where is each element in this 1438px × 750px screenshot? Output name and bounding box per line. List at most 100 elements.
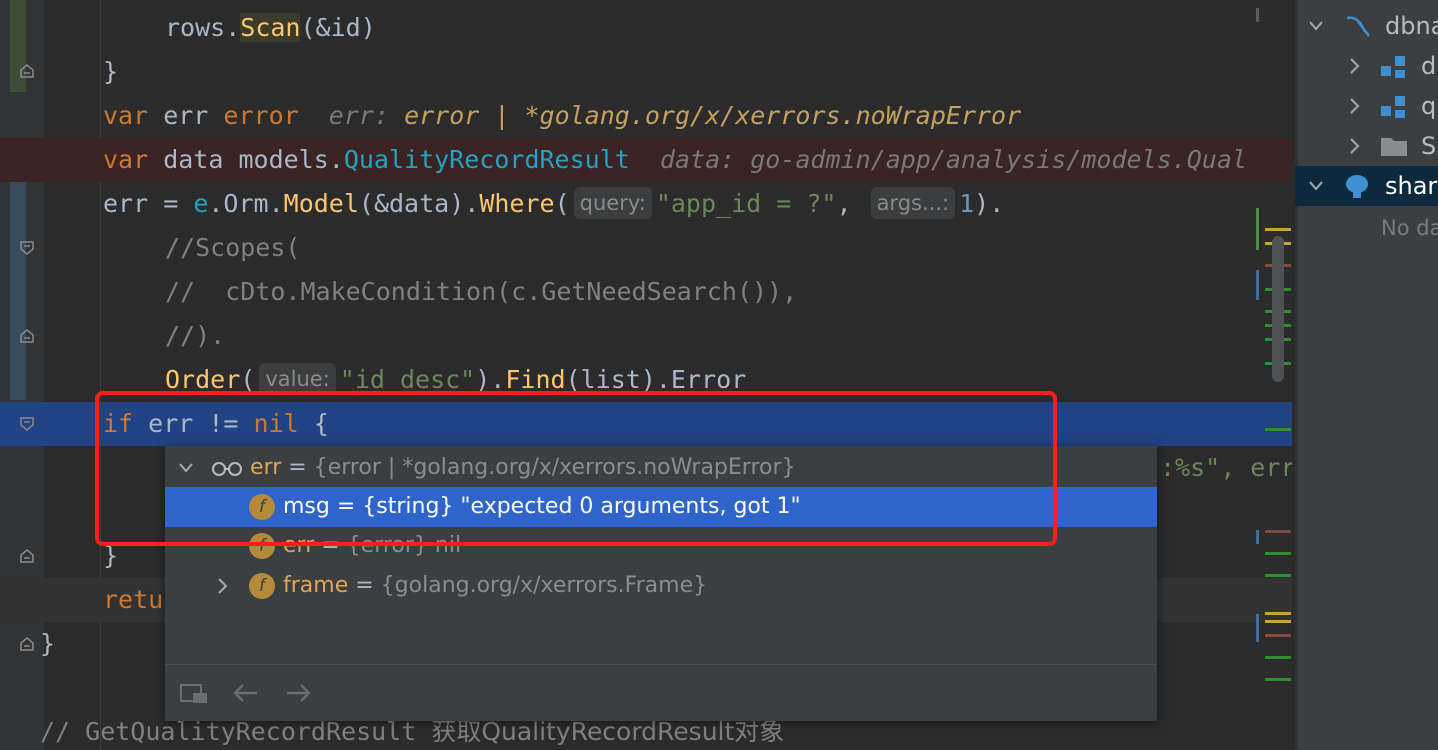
empty-state: No da [1295, 208, 1438, 248]
open-in-window-icon[interactable] [179, 679, 211, 711]
code-token: Find [505, 365, 566, 394]
code-token: (&id) [300, 13, 376, 42]
code-line[interactable]: err = e.Orm.Model(&data).Where(query: "ap… [0, 182, 1292, 226]
code-token: Order [165, 365, 241, 394]
parameter-hint: args...: [870, 187, 956, 219]
code-comment: 获取QualityRecordResult对象 [431, 717, 785, 746]
vcs-stripe [1256, 530, 1259, 544]
code-comment: //). [165, 321, 226, 350]
debug-value-popup[interactable]: err = {error | *golang.org/x/xerrors.noW… [165, 446, 1157, 721]
code-token: Model [283, 189, 359, 218]
code-token: var [103, 101, 149, 130]
tree-item-label: d [1421, 52, 1437, 80]
variable-name: err [250, 455, 282, 480]
error-stripe-mark[interactable] [1265, 530, 1291, 533]
code-token: :%s", err [1160, 453, 1292, 482]
parameter-hint: query: [573, 187, 652, 219]
code-token: e [193, 189, 209, 218]
code-token: retu [103, 585, 164, 614]
field-icon: f [249, 573, 275, 599]
tree-item-label: S [1421, 132, 1437, 160]
code-token: { [298, 409, 329, 438]
code-token: Where [479, 189, 555, 218]
forward-arrow-icon[interactable] [283, 679, 313, 711]
variable-name: msg [283, 494, 330, 519]
vcs-stripe [1256, 270, 1259, 300]
error-stripe-mark[interactable] [1265, 552, 1291, 555]
tree-item-q[interactable]: q [1295, 86, 1438, 126]
tree-node-frame[interactable]: f frame = {golang.org/x/xerrors.Frame} [165, 566, 1157, 606]
empty-state-text: No da [1381, 216, 1438, 240]
code-token: if [103, 409, 134, 438]
variable-value: {string} "expected 0 arguments, got 1" [362, 494, 801, 519]
code-line[interactable]: } [0, 50, 1292, 94]
current-line[interactable]: if err != nil { [0, 402, 1292, 446]
code-line[interactable]: var err error err: error | *golang.org/x… [0, 94, 1292, 138]
database-panel[interactable]: dbna d q S shar No da [1295, 0, 1438, 750]
code-token: err != [133, 409, 254, 438]
variable-name: frame [283, 573, 349, 598]
code-comment: //Scopes( [165, 233, 301, 262]
tree-item-label: shar [1385, 172, 1438, 200]
error-stripe-mark[interactable] [1265, 428, 1291, 431]
error-stripe-mark[interactable] [1265, 228, 1291, 231]
chevron-right-icon[interactable] [213, 566, 231, 620]
code-token: models. [238, 145, 344, 174]
code-line[interactable]: Order(value: "id desc").Find(list).Error [0, 358, 1292, 402]
code-line[interactable]: var data models.QualityRecordResult data… [0, 138, 1292, 182]
parameter-hint: value: [259, 363, 336, 395]
code-line[interactable]: rows.Scan(&id) [0, 6, 1292, 50]
editor-marker [1256, 8, 1259, 22]
tree-item-d[interactable]: d [1295, 46, 1438, 86]
inline-value-hint: err: error | *golang.org/x/xerrors.noWra… [328, 101, 1022, 130]
code-token: var [103, 145, 149, 174]
equals-sign: = [329, 494, 363, 519]
code-token: err = [103, 189, 194, 218]
tree-item-s[interactable]: S [1295, 126, 1438, 166]
fold-icon[interactable] [20, 417, 34, 431]
code-token: nil [253, 409, 299, 438]
code-token: data [148, 145, 239, 174]
code-line[interactable]: //Scopes( [0, 226, 1292, 270]
tree-node-err-field[interactable]: f err = {error} nil [165, 526, 1157, 566]
inline-value-hint: data: go-admin/app/analysis/models.Qual [659, 145, 1247, 174]
vcs-stripe [1256, 208, 1259, 250]
code-token: error [223, 101, 299, 130]
code-token: "id desc" [339, 365, 476, 394]
tree-node-err[interactable]: err = {error | *golang.org/x/xerrors.noW… [165, 448, 1157, 488]
field-icon: f [249, 494, 275, 520]
equals-sign: = [281, 455, 314, 480]
code-token: "app_id = ?" [655, 189, 837, 218]
equals-sign: = [314, 533, 347, 558]
code-token: } [40, 629, 56, 658]
code-token: ). [974, 189, 1005, 218]
code-token: QualityRecordResult [343, 145, 630, 174]
variable-value: {golang.org/x/xerrors.Frame} [380, 573, 708, 598]
code-line[interactable]: // cDto.MakeCondition(c.GetNeedSearch())… [0, 270, 1292, 314]
code-line[interactable]: //). [0, 314, 1292, 358]
tree-item-label: dbna [1385, 12, 1438, 40]
code-token: rows. [165, 13, 241, 42]
error-stripe-mark[interactable] [1265, 612, 1291, 615]
editor-scrollbar[interactable] [1272, 236, 1284, 382]
error-stripe-mark[interactable] [1265, 678, 1291, 681]
error-stripe-mark[interactable] [1265, 620, 1291, 623]
error-stripe-mark[interactable] [1265, 656, 1291, 659]
code-token: } [103, 541, 119, 570]
tree-item-shar[interactable]: shar [1295, 166, 1438, 206]
tree-item-dbna[interactable]: dbna [1295, 6, 1438, 46]
code-token: err [148, 101, 224, 130]
back-arrow-icon[interactable] [231, 679, 261, 711]
code-token: } [103, 57, 119, 86]
code-token: 1 [959, 189, 975, 218]
code-token: ). [475, 365, 506, 394]
tree-node-msg[interactable]: f msg = {string} "expected 0 arguments, g… [165, 487, 1157, 527]
code-comment: // GetQualityRecordResult [40, 717, 432, 746]
error-stripe-mark[interactable] [1265, 574, 1291, 577]
code-token: Scan [240, 13, 301, 42]
error-stripe-mark[interactable] [1265, 634, 1291, 637]
variable-value: {error} nil [346, 533, 462, 558]
variable-value: {error | *golang.org/x/xerrors.noWrapErr… [313, 455, 796, 480]
code-token: (list).Error [565, 365, 747, 394]
equals-sign: = [348, 573, 381, 598]
